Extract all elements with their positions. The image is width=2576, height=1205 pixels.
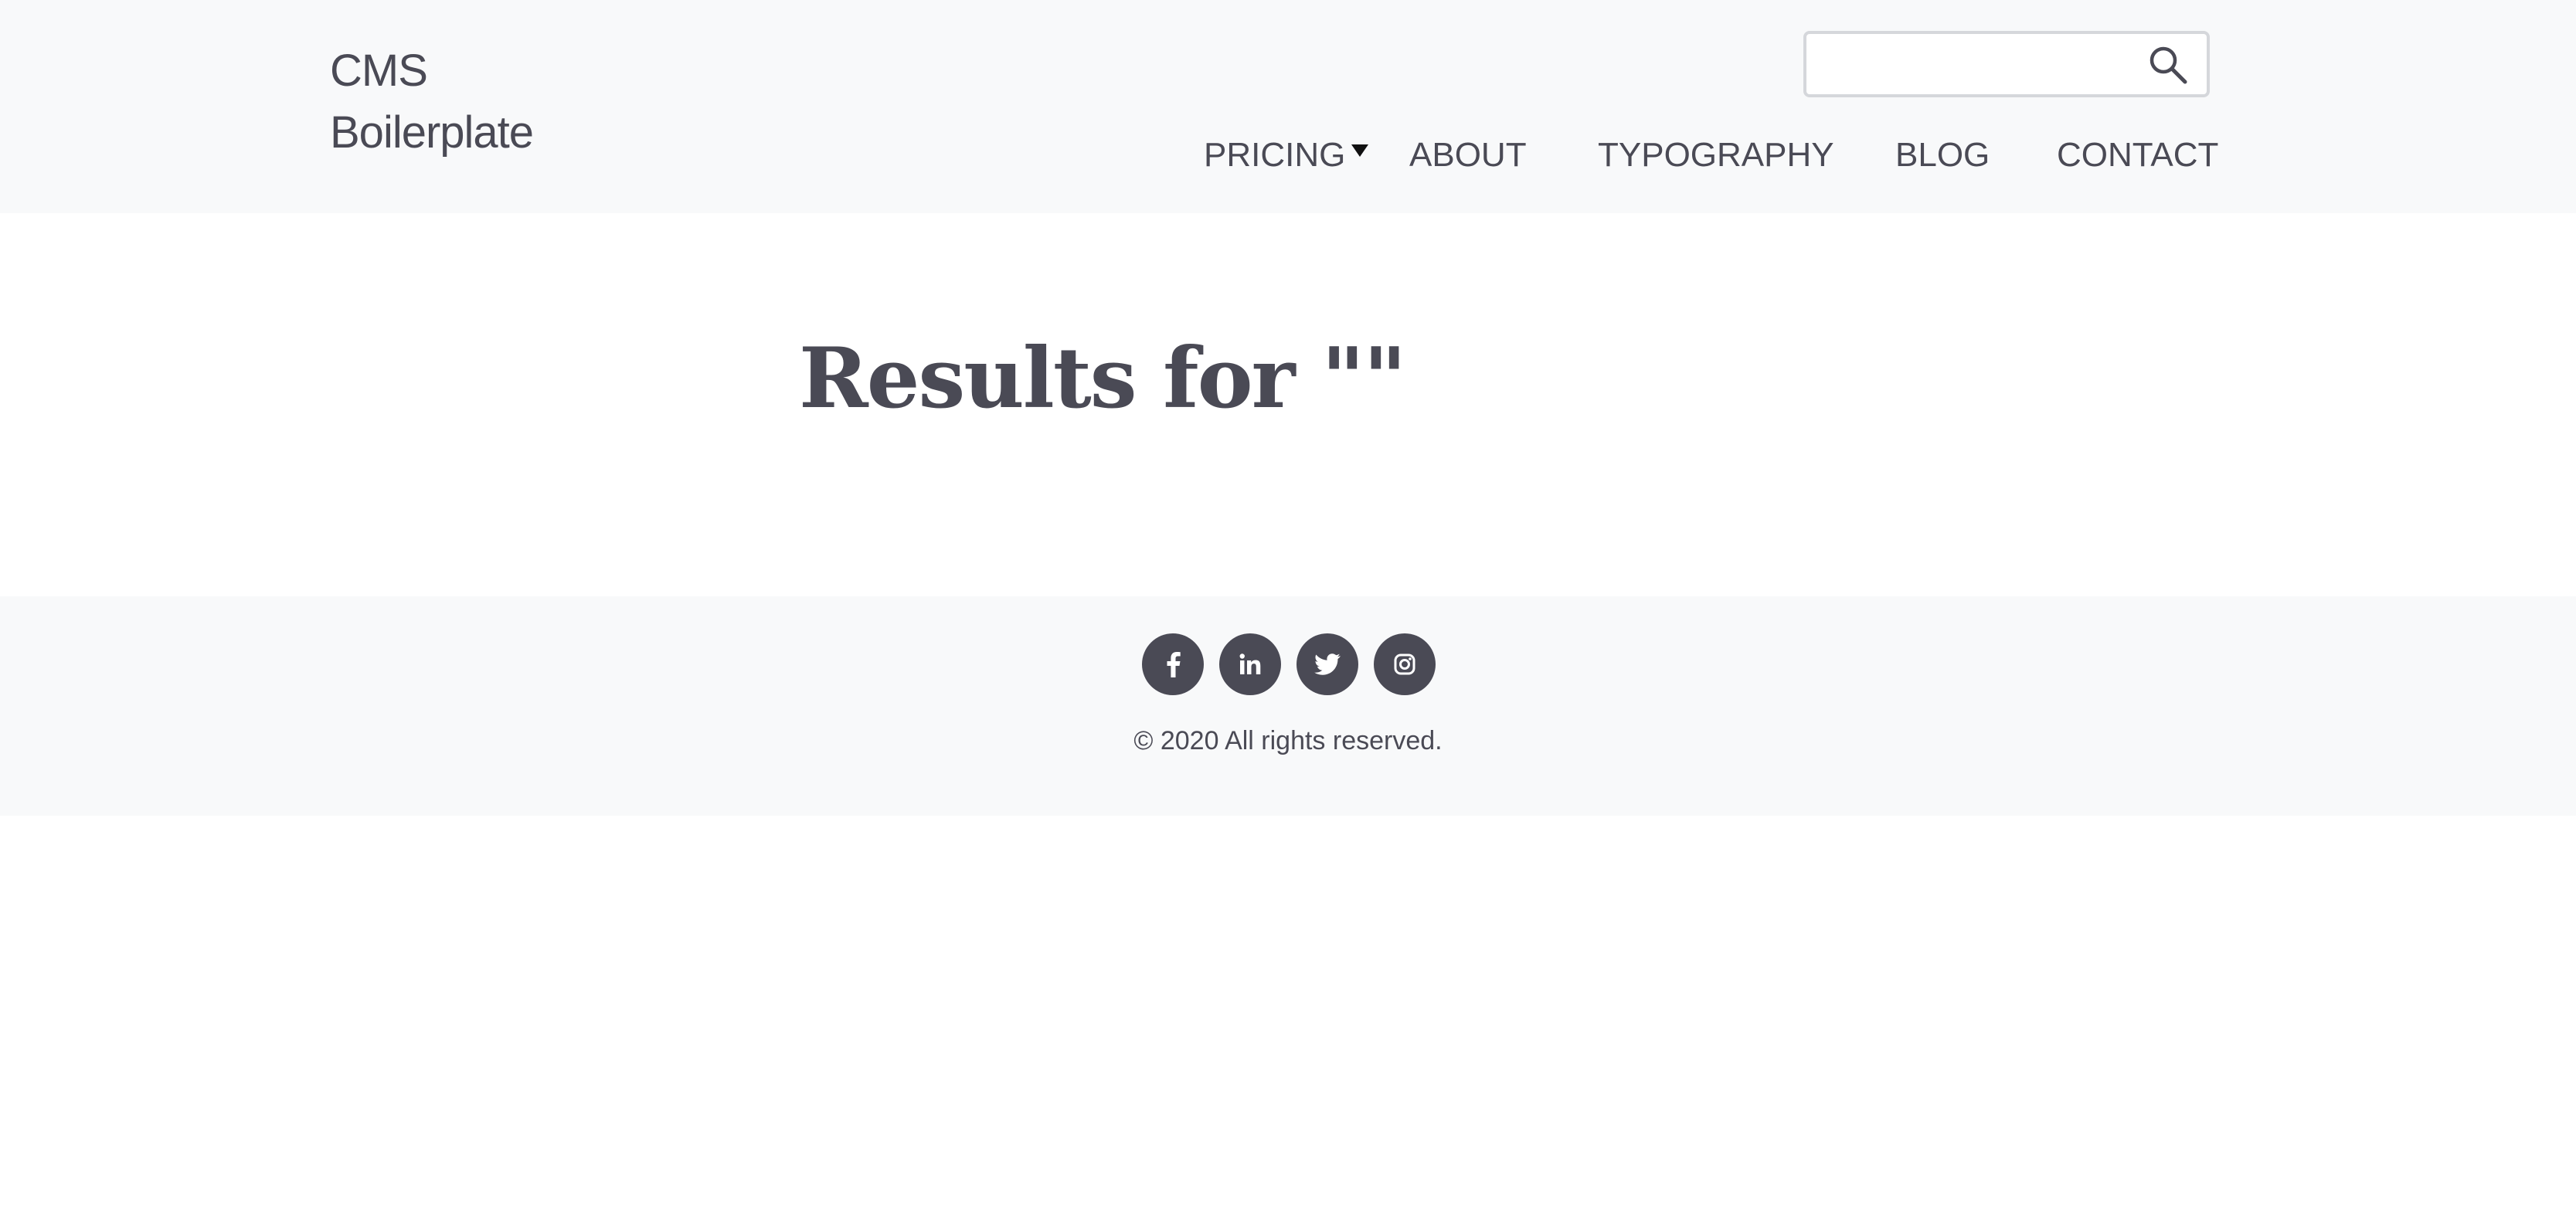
- page-title: Results for "": [799, 330, 1407, 427]
- search-box: [1803, 31, 2210, 97]
- site-footer: © 2020 All rights reserved.: [0, 596, 2576, 816]
- linkedin-icon: [1239, 653, 1261, 674]
- nav-item-typography[interactable]: TYPOGRAPHY: [1598, 128, 1834, 182]
- nav-item-pricing-label: PRICING: [1204, 136, 1346, 174]
- nav-item-contact[interactable]: CONTACT: [2057, 128, 2218, 182]
- main-nav: PRICING ABOUT TYPOGRAPHY BLOG CONTACT: [0, 128, 2576, 182]
- caret-down-icon: [1351, 144, 1369, 157]
- search-button[interactable]: [2148, 45, 2188, 85]
- instagram-link[interactable]: [1374, 633, 1436, 695]
- instagram-icon: [1394, 653, 1415, 675]
- twitter-icon: [1314, 653, 1341, 675]
- nav-item-blog[interactable]: BLOG: [1895, 128, 1990, 182]
- site-header: CMS Boilerplate PRICING ABOUT TYPOGRAPHY…: [0, 0, 2576, 213]
- search-icon: [2149, 46, 2187, 84]
- nav-item-pricing[interactable]: PRICING: [1204, 128, 1369, 182]
- facebook-link[interactable]: [1142, 633, 1204, 695]
- copyright-text: © 2020 All rights reserved.: [1133, 726, 1443, 755]
- search-input[interactable]: [1819, 34, 2146, 96]
- linkedin-link[interactable]: [1219, 633, 1281, 695]
- twitter-link[interactable]: [1296, 633, 1358, 695]
- facebook-icon: [1167, 652, 1181, 677]
- brand-line-1: CMS: [330, 46, 428, 96]
- nav-item-about[interactable]: ABOUT: [1409, 128, 1527, 182]
